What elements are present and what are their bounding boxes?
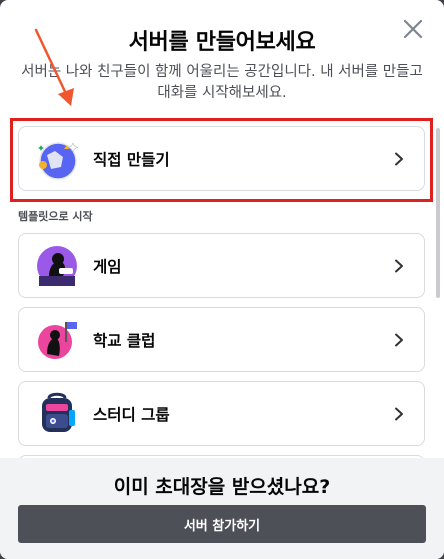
template-gaming-option[interactable]: 게임 [18,233,425,298]
template-school-club-option[interactable]: 학교 클럽 [18,307,425,372]
template-gaming-label: 게임 [93,257,122,276]
modal-subtitle: 서버는 나와 친구들이 함께 어울리는 공간입니다. 내 서버를 만들고 대화를… [21,64,423,101]
template-school-club-label: 학교 클럽 [93,331,156,350]
template-study-group-label: 스터디 그룹 [93,405,170,424]
create-server-modal: 서버를 만들어보세요 서버는 나와 친구들이 함께 어울리는 공간입니다. 내 … [0,0,444,559]
templates-section-label: 템플릿으로 시작 [18,210,93,223]
join-server-button[interactable]: 서버 참가하기 [18,505,426,543]
chevron-right-icon [395,333,403,346]
modal-title: 서버를 만들어보세요 [128,30,316,55]
chevron-right-icon [395,259,403,272]
template-study-group-option[interactable]: 스터디 그룹 [18,381,425,446]
scrollbar[interactable] [436,128,440,298]
footer: 이미 초대장을 받으셨나요? 서버 참가하기 [0,458,444,559]
gaming-character-icon [37,245,77,286]
backpack-icon [42,392,75,432]
create-my-own-option[interactable]: 직접 만들기 [18,126,425,191]
chevron-right-icon [395,152,403,165]
school-club-icon [38,321,77,359]
create-my-own-label: 직접 만들기 [93,150,170,169]
globe-sparkle-icon [38,141,79,180]
chevron-right-icon [395,407,403,420]
invite-question: 이미 초대장을 받으셨나요? [113,476,331,498]
